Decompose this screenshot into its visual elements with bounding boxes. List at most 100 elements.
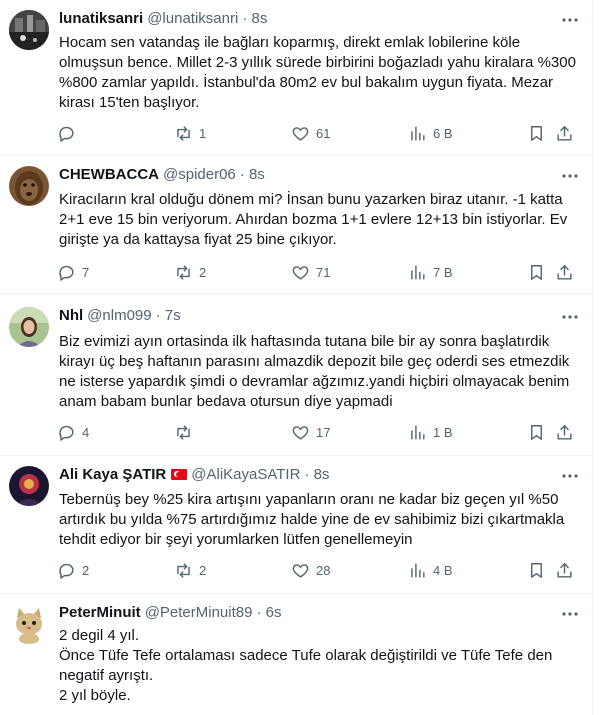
retweet-icon [177, 125, 190, 141]
share-button[interactable] [555, 560, 574, 580]
reply-count: 7 [82, 264, 90, 280]
bookmark-icon [531, 264, 542, 280]
analytics-icon [411, 264, 425, 280]
tweet-text: Tebernüş bey %25 kira artışını yapanları… [59, 490, 579, 550]
tweet-paragraph: Biz evimizi ayın ortasinda ilk haftasınd… [59, 333, 570, 410]
bookmark-icon [531, 562, 542, 578]
like-button[interactable]: 71 [291, 262, 330, 282]
avatar[interactable] [9, 466, 49, 506]
reply-count: 4 [82, 424, 90, 440]
timestamp[interactable]: · 8s [242, 10, 267, 27]
view-count: 6 B [433, 125, 453, 141]
share-icon [557, 424, 572, 440]
like-button[interactable]: 61 [291, 123, 330, 143]
more-options-icon[interactable] [560, 10, 580, 30]
bookmark-button[interactable] [527, 560, 546, 580]
view-count: 7 B [433, 264, 453, 280]
timestamp[interactable]: · 7s [156, 307, 181, 324]
timestamp[interactable]: · 6s [256, 604, 281, 621]
tweet-1[interactable]: lunatiksanri @lunatiksanri · 8s Hocam se… [0, 0, 592, 155]
like-count: 61 [316, 125, 331, 141]
analytics-icon [411, 424, 425, 440]
tweet-paragraph: Önce Tüfe Tefe ortalaması sadece Tufe ol… [59, 647, 553, 684]
retweet-icon [177, 264, 190, 280]
tweet-paragraph: Kiracıların kral olduğu dönem mi? İnsan … [59, 191, 568, 248]
more-options-icon[interactable] [560, 604, 580, 624]
tweet-actions: 2 2 28 4 B [57, 560, 577, 580]
share-icon [557, 264, 572, 280]
tweet-5[interactable]: PeterMinuit @PeterMinuit89 · 6s 2 degil … [0, 594, 592, 715]
tweet-2[interactable]: CHEWBACCA @spider06 · 8s Kiracıların kra… [0, 156, 592, 293]
reply-icon [59, 126, 74, 142]
timeline-border [592, 0, 593, 715]
user-handle[interactable]: @lunatiksanri [147, 10, 238, 27]
display-name[interactable]: lunatiksanri [59, 10, 143, 27]
display-name[interactable]: CHEWBACCA [59, 166, 159, 183]
tweet-text: 2 degil 4 yıl. Önce Tüfe Tefe ortalaması… [59, 626, 579, 706]
views-button[interactable]: 6 B [408, 123, 453, 143]
retweet-icon [177, 424, 190, 440]
like-button[interactable]: 28 [291, 560, 330, 580]
view-count: 1 B [433, 424, 453, 440]
retweet-icon [177, 562, 190, 578]
avatar[interactable] [9, 166, 49, 206]
tweet-paragraph: Hocam sen vatandaş ile bağları koparmış,… [59, 34, 576, 111]
share-button[interactable] [555, 123, 574, 143]
tweet-paragraph: Tebernüş bey %25 kira artışını yapanları… [59, 491, 565, 548]
reply-button[interactable] [57, 123, 82, 143]
avatar[interactable] [9, 10, 49, 50]
reply-button[interactable]: 4 [57, 422, 89, 442]
views-button[interactable]: 4 B [408, 560, 453, 580]
reply-icon [59, 563, 74, 579]
share-icon [557, 125, 572, 141]
display-name[interactable]: PeterMinuit [59, 604, 141, 621]
bookmark-icon [531, 424, 542, 440]
analytics-icon [411, 562, 425, 578]
like-button[interactable]: 17 [291, 422, 330, 442]
timestamp[interactable]: · 8s [304, 466, 329, 483]
share-button[interactable] [555, 262, 574, 282]
views-button[interactable]: 1 B [408, 422, 453, 442]
reply-count: 2 [82, 562, 90, 578]
retweet-count: 1 [199, 125, 207, 141]
bookmark-button[interactable] [527, 123, 546, 143]
reply-icon [59, 425, 74, 441]
user-handle[interactable]: @nlm099 [87, 307, 151, 324]
tweet-3[interactable]: Nhl @nlm099 · 7s Biz evimizi ayın ortasi… [0, 294, 592, 455]
user-handle[interactable]: @PeterMinuit89 [145, 604, 253, 621]
share-button[interactable] [555, 422, 574, 442]
retweet-count: 2 [199, 264, 207, 280]
tweet-header: Nhl @nlm099 · 7s [59, 307, 181, 324]
bookmark-button[interactable] [527, 262, 546, 282]
retweet-count: 2 [199, 562, 207, 578]
more-options-icon[interactable] [560, 166, 580, 186]
tweet-text: Biz evimizi ayın ortasinda ilk haftasınd… [59, 332, 579, 412]
heart-icon [292, 425, 309, 440]
heart-icon [292, 265, 309, 280]
user-handle[interactable]: @spider06 [163, 166, 236, 183]
view-count: 4 B [433, 562, 453, 578]
retweet-button[interactable] [174, 422, 199, 442]
bookmark-button[interactable] [527, 422, 546, 442]
display-name[interactable]: Nhl [59, 307, 83, 324]
avatar-image [9, 466, 49, 506]
avatar[interactable] [9, 307, 49, 347]
user-handle[interactable]: @AliKayaSATIR [191, 466, 300, 483]
display-name[interactable]: Ali Kaya ŞATIR [59, 466, 166, 483]
reply-button[interactable]: 2 [57, 560, 89, 580]
share-icon [557, 562, 572, 578]
retweet-button[interactable]: 2 [174, 560, 206, 580]
tweet-header: PeterMinuit @PeterMinuit89 · 6s [59, 604, 281, 621]
reply-button[interactable]: 7 [57, 262, 89, 282]
timestamp[interactable]: · 8s [240, 166, 265, 183]
tweet-header: CHEWBACCA @spider06 · 8s [59, 166, 265, 183]
avatar-image [9, 307, 49, 347]
avatar[interactable] [9, 604, 49, 644]
retweet-button[interactable]: 2 [174, 262, 206, 282]
more-options-icon[interactable] [560, 466, 580, 486]
tweet-4[interactable]: Ali Kaya ŞATIR @AliKayaSATIR · 8s Tebern… [0, 456, 592, 593]
retweet-button[interactable]: 1 [174, 123, 206, 143]
more-options-icon[interactable] [560, 307, 580, 327]
turkey-flag-icon [171, 469, 188, 480]
views-button[interactable]: 7 B [408, 262, 453, 282]
